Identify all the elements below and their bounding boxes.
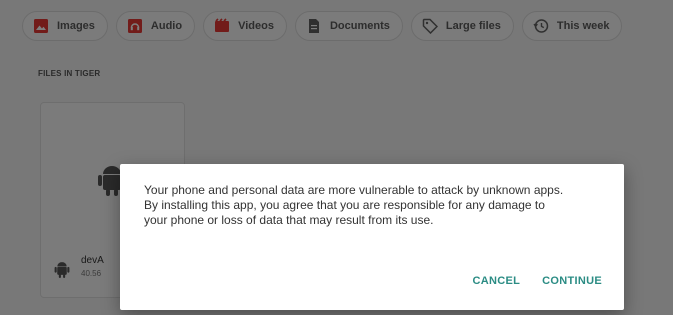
dialog-actions: CANCEL CONTINUE: [473, 275, 602, 287]
cancel-button[interactable]: CANCEL: [473, 275, 521, 287]
continue-button[interactable]: CONTINUE: [542, 275, 602, 287]
dialog-message: Your phone and personal data are more vu…: [144, 183, 564, 227]
install-warning-dialog: Your phone and personal data are more vu…: [120, 164, 624, 310]
